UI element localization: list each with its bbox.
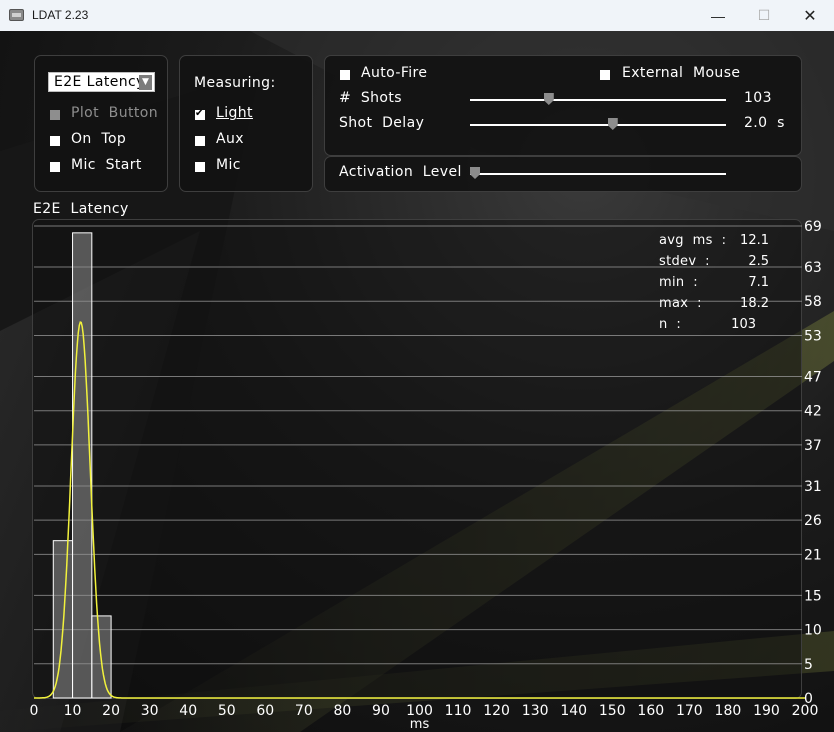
x-tick-label: 50 (218, 703, 236, 719)
stat-value: 18.2 (740, 296, 769, 311)
y-tick-label: 5 (804, 657, 813, 673)
stat-value: 2.5 (748, 254, 769, 269)
y-tick-label: 31 (804, 479, 822, 495)
x-tick-label: 0 (30, 703, 39, 719)
x-tick-label: 110 (445, 703, 472, 719)
histogram-bar-1 (72, 232, 93, 699)
y-tick-label: 47 (804, 369, 822, 385)
x-tick-label: 40 (179, 703, 197, 719)
y-tick-label: 69 (804, 219, 822, 235)
x-tick-label: 140 (560, 703, 587, 719)
x-tick-label: 200 (792, 703, 819, 719)
stat-label: min : (659, 275, 698, 290)
stat-value: 103 (731, 317, 756, 332)
y-tick-label: 58 (804, 294, 822, 310)
x-tick-label: 160 (637, 703, 664, 719)
stat-label: avg ms : (659, 233, 727, 248)
stat-label: stdev : (659, 254, 710, 269)
y-tick-label: 37 (804, 438, 822, 454)
x-tick-label: 30 (141, 703, 159, 719)
y-tick-label: 63 (804, 260, 822, 276)
fit-curve (34, 321, 805, 699)
y-tick-label: 10 (804, 623, 822, 639)
x-tick-label: 80 (333, 703, 351, 719)
y-tick-label: 42 (804, 404, 822, 420)
x-axis-label: ms (410, 717, 430, 732)
x-tick-label: 150 (599, 703, 626, 719)
stat-label: max : (659, 296, 702, 311)
x-tick-label: 10 (64, 703, 82, 719)
stat-value: 7.1 (748, 275, 769, 290)
x-tick-label: 70 (295, 703, 313, 719)
y-tick-label: 26 (804, 513, 822, 529)
x-tick-label: 170 (676, 703, 703, 719)
x-tick-label: 130 (522, 703, 549, 719)
x-tick-label: 20 (102, 703, 120, 719)
y-tick-label: 15 (804, 588, 822, 604)
histogram-chart: 051015212631374247535863690 10 20 30 40 50 60 7… (30, 219, 822, 732)
x-tick-label: 90 (372, 703, 390, 719)
x-tick-label: 180 (715, 703, 742, 719)
x-tick-label: 120 (483, 703, 510, 719)
x-tick-label: 60 (256, 703, 274, 719)
y-tick-label: 53 (804, 328, 822, 344)
x-tick-label: 190 (753, 703, 780, 719)
y-tick-label: 21 (804, 547, 822, 563)
stat-label: n : (659, 317, 682, 332)
stat-value: 12.1 (740, 233, 769, 248)
